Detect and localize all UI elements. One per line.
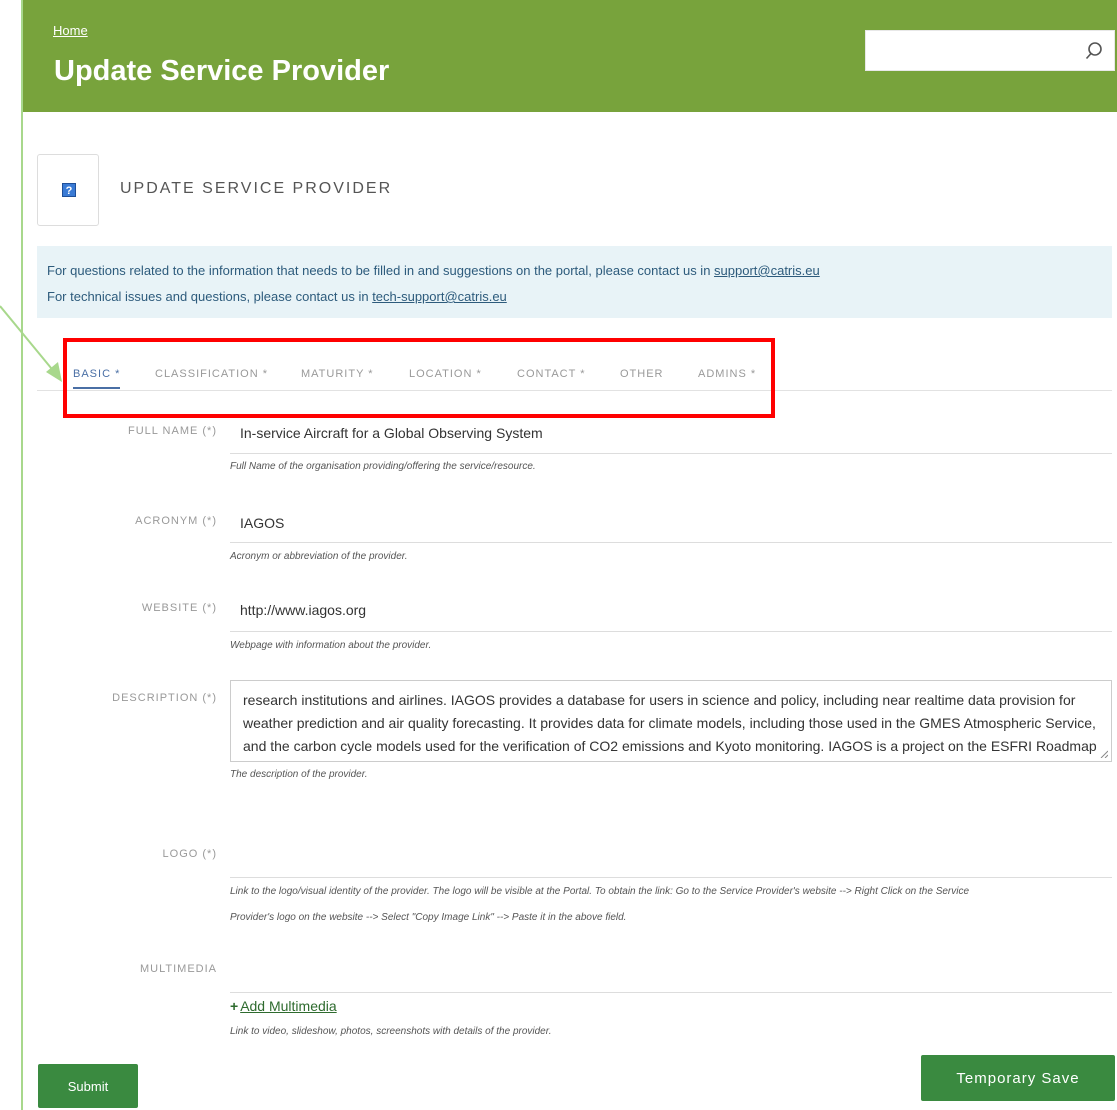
search-icon[interactable] [1084, 41, 1104, 61]
website-underline [230, 631, 1112, 632]
section-title: UPDATE SERVICE PROVIDER [120, 180, 393, 197]
section-icon-box: ? [37, 154, 99, 226]
page-header: Home Update Service Provider [23, 0, 1117, 112]
multimedia-hint: Link to video, slideshow, photos, screen… [230, 1026, 552, 1037]
description-textarea[interactable]: research institutions and airlines. IAGO… [230, 680, 1112, 762]
add-multimedia-label: Add Multimedia [240, 998, 337, 1014]
full-name-label: FULL NAME (*) [128, 425, 217, 437]
help-icon: ? [62, 183, 76, 197]
info-line-tech-support: For technical issues and questions, plea… [47, 289, 507, 304]
info-text-tech-support: For technical issues and questions, plea… [47, 289, 373, 304]
info-line-support: For questions related to the information… [47, 263, 820, 278]
website-field[interactable]: http://www.iagos.org [240, 602, 366, 618]
resize-grip-icon[interactable] [1100, 750, 1108, 758]
temporary-save-button[interactable]: Temporary Save [921, 1055, 1115, 1101]
plus-icon: + [230, 998, 239, 1014]
full-name-hint: Full Name of the organisation providing/… [230, 461, 536, 472]
logo-underline [230, 877, 1112, 878]
multimedia-underline [230, 992, 1112, 993]
acronym-underline [230, 542, 1112, 543]
page-left-border [21, 0, 23, 1110]
logo-label: LOGO (*) [162, 848, 217, 860]
add-multimedia-link[interactable]: + Add Multimedia [230, 998, 337, 1014]
logo-hint-line1: Link to the logo/visual identity of the … [230, 886, 970, 897]
page-title: Update Service Provider [54, 55, 390, 87]
search-input[interactable] [865, 30, 1115, 71]
full-name-field[interactable]: In-service Aircraft for a Global Observi… [240, 425, 543, 441]
info-text-support: For questions related to the information… [47, 263, 715, 278]
submit-button[interactable]: Submit [38, 1064, 138, 1108]
acronym-hint: Acronym or abbreviation of the provider. [230, 551, 408, 562]
contact-info-box: For questions related to the information… [37, 246, 1112, 318]
description-text: research institutions and airlines. IAGO… [243, 692, 1097, 754]
full-name-underline [230, 453, 1112, 454]
description-label: DESCRIPTION (*) [112, 692, 217, 704]
acronym-label: ACRONYM (*) [135, 515, 217, 527]
website-hint: Webpage with information about the provi… [230, 640, 432, 651]
acronym-field[interactable]: IAGOS [240, 515, 284, 531]
support-email-link[interactable]: support@catris.eu [714, 263, 820, 278]
tech-support-email-link[interactable]: tech-support@catris.eu [372, 289, 507, 304]
breadcrumb-home-link[interactable]: Home [53, 23, 88, 38]
description-hint: The description of the provider. [230, 769, 368, 780]
annotation-highlight-box [63, 338, 775, 418]
multimedia-label: MULTIMEDIA [139, 963, 217, 975]
logo-hint-line2: Provider's logo on the website --> Selec… [230, 912, 627, 923]
website-label: WEBSITE (*) [141, 602, 217, 614]
